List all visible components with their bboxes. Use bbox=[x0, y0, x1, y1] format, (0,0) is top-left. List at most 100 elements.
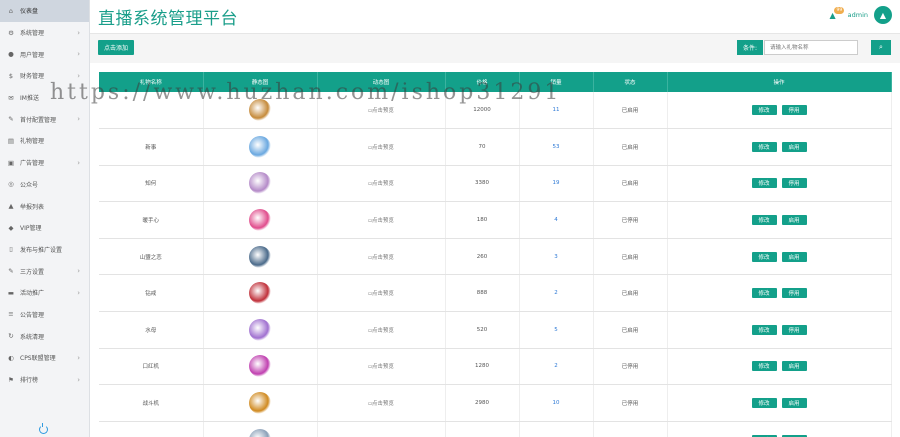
preview-link[interactable]: 点击预览 bbox=[372, 291, 394, 297]
toolbar: 点击添加 条件: ⌕ bbox=[90, 33, 900, 63]
sidebar-item[interactable]: ≡ 公告管理 bbox=[0, 304, 89, 326]
column-header: 操作 bbox=[667, 72, 892, 92]
edit-button[interactable]: 修改 bbox=[751, 215, 777, 226]
notification-badge: 99 bbox=[834, 6, 845, 14]
toggle-button[interactable]: 启用 bbox=[781, 361, 807, 372]
gift-image bbox=[249, 318, 271, 341]
preview-link[interactable]: 点击预览 bbox=[372, 218, 394, 224]
price: 180 bbox=[445, 201, 520, 239]
gift-image bbox=[249, 99, 271, 122]
preview-link[interactable]: 点击预览 bbox=[372, 145, 394, 151]
dynamic-image-cell[interactable]: ▫点击预览 bbox=[317, 238, 446, 276]
edit-button[interactable]: 修改 bbox=[751, 105, 777, 116]
dynamic-image-cell[interactable]: ▫点击预览 bbox=[317, 421, 446, 437]
username[interactable]: admin bbox=[848, 11, 868, 19]
edit-button[interactable]: 修改 bbox=[751, 361, 777, 372]
sidebar-item[interactable]: ▲ 举报列表 bbox=[0, 195, 89, 217]
preview-link[interactable]: 点击预览 bbox=[372, 255, 394, 261]
bell-icon[interactable]: ▲ 99 bbox=[829, 6, 845, 20]
sidebar-item[interactable]: ⚑ 排行榜 › bbox=[0, 369, 89, 391]
toggle-button[interactable]: 停用 bbox=[781, 324, 807, 335]
dynamic-image-cell[interactable]: ▫点击预览 bbox=[317, 92, 446, 130]
status: 已启用 bbox=[593, 128, 668, 166]
sidebar-item[interactable]: ⌂ 仪表盘 bbox=[0, 0, 89, 22]
price: 3380 bbox=[445, 165, 520, 203]
search-icon[interactable]: ⌕ bbox=[871, 40, 891, 55]
sidebar-item[interactable]: ✉ IM推送 bbox=[0, 87, 89, 109]
table-row: ▫点击预览 12000 11 已启用 修改 停用 bbox=[99, 92, 892, 130]
toggle-button[interactable]: 启用 bbox=[781, 251, 807, 262]
static-image-cell bbox=[203, 274, 318, 313]
edit-button[interactable]: 修改 bbox=[751, 398, 777, 409]
sidebar-item-label: 用户管理 bbox=[20, 51, 45, 59]
toggle-button[interactable]: 停用 bbox=[781, 288, 807, 299]
sidebar-item-label: 首付配置管理 bbox=[20, 116, 57, 124]
add-button[interactable]: 点击添加 bbox=[98, 40, 135, 55]
dynamic-image-cell[interactable]: ▫点击预览 bbox=[317, 201, 446, 239]
sidebar-item[interactable]: ⚙ 系统管理 › bbox=[0, 22, 89, 44]
toggle-button[interactable]: 启用 bbox=[781, 215, 807, 226]
preview-link[interactable]: 点击预览 bbox=[372, 181, 394, 187]
preview-link[interactable]: 点击预览 bbox=[372, 401, 394, 407]
dynamic-image-cell[interactable]: ▫点击预览 bbox=[317, 274, 446, 313]
price: 70 bbox=[445, 128, 520, 166]
globe-icon: ◐ bbox=[8, 353, 14, 362]
sidebar-item-label: CPS联盟管理 bbox=[20, 355, 56, 363]
gift-name: 水母 bbox=[99, 311, 204, 349]
edit-button[interactable]: 修改 bbox=[751, 178, 777, 189]
dynamic-image-cell[interactable]: ▫点击预览 bbox=[317, 311, 446, 349]
sidebar-item-label: 系统清理 bbox=[20, 333, 45, 341]
gift-name: 知何 bbox=[99, 165, 204, 203]
actions: 修改停用 bbox=[667, 311, 892, 349]
sidebar-item[interactable]: ✎ 三方设置 › bbox=[0, 260, 89, 282]
status: 已停用 bbox=[593, 384, 668, 422]
preview-link[interactable]: 点击预览 bbox=[372, 364, 394, 370]
toggle-button[interactable]: 停用 bbox=[781, 178, 807, 189]
column-header: 销量 bbox=[519, 72, 594, 92]
sidebar-item[interactable]: ◆ VIP管理 bbox=[0, 217, 89, 239]
sidebar-item[interactable]: ✎ 首付配置管理 › bbox=[0, 108, 89, 130]
gift-name: 战斗机 bbox=[99, 384, 204, 422]
gift-name: 山盟之恋 bbox=[99, 238, 204, 276]
toggle-button[interactable]: 停用 bbox=[781, 105, 807, 116]
edit-button[interactable]: 修改 bbox=[751, 251, 777, 262]
dynamic-image-cell[interactable]: ▫点击预览 bbox=[317, 128, 446, 166]
avatar[interactable]: ▲ bbox=[874, 6, 892, 24]
sidebar-item[interactable]: ▯ 发布与推广设置 bbox=[0, 239, 89, 261]
dynamic-image-cell[interactable]: ▫点击预览 bbox=[317, 165, 446, 203]
sidebar-item[interactable]: ● 用户管理 › bbox=[0, 43, 89, 65]
sidebar-item[interactable]: ◎ 公众号 bbox=[0, 174, 89, 196]
table-row: 新事 ▫点击预览 70 53 已启用 修改 启用 bbox=[99, 128, 892, 166]
column-header: 礼物名称 bbox=[99, 72, 204, 92]
edit-button[interactable]: 修改 bbox=[751, 288, 777, 299]
sidebar-item[interactable]: ◐ CPS联盟管理 › bbox=[0, 347, 89, 369]
edit-button[interactable]: 修改 bbox=[751, 324, 777, 335]
sales-count: 19 bbox=[519, 165, 594, 203]
sidebar-item-label: 三方设置 bbox=[20, 268, 45, 276]
edit-button[interactable]: 修改 bbox=[751, 141, 777, 152]
sales-count: 10 bbox=[519, 384, 594, 422]
table-row: 水母 ▫点击预览 520 5 已启用 修改 停用 bbox=[99, 311, 892, 349]
sidebar-item[interactable]: ↻ 系统清理 bbox=[0, 325, 89, 347]
actions: 修改 启用 bbox=[667, 348, 892, 386]
sidebar-item[interactable]: ▬ 活动推广 › bbox=[0, 282, 89, 304]
sales-count: 2 bbox=[519, 348, 594, 386]
dynamic-image-cell[interactable]: ▫点击预览 bbox=[317, 348, 446, 386]
sidebar-item[interactable]: ▣ 广告管理 › bbox=[0, 152, 89, 174]
search-input[interactable] bbox=[764, 40, 858, 55]
preview-link[interactable]: 点击预览 bbox=[372, 108, 394, 114]
sidebar-item[interactable]: ▤ 礼物管理 bbox=[0, 130, 89, 152]
flag-icon: ⚑ bbox=[8, 375, 14, 384]
static-image-cell bbox=[203, 311, 318, 349]
status: 已停用 bbox=[593, 348, 668, 386]
sidebar-item[interactable]: $ 财务管理 › bbox=[0, 65, 89, 87]
toggle-button[interactable]: 启用 bbox=[781, 141, 807, 152]
status: 已启用 bbox=[593, 274, 668, 313]
toggle-button[interactable]: 启用 bbox=[781, 398, 807, 409]
dynamic-image-cell[interactable]: ▫点击预览 bbox=[317, 384, 446, 422]
static-image-cell bbox=[203, 421, 318, 437]
power-icon[interactable] bbox=[39, 423, 48, 434]
actions: 修改停用 bbox=[667, 274, 892, 313]
ad-icon: ▣ bbox=[7, 158, 15, 167]
preview-link[interactable]: 点击预览 bbox=[372, 328, 394, 334]
